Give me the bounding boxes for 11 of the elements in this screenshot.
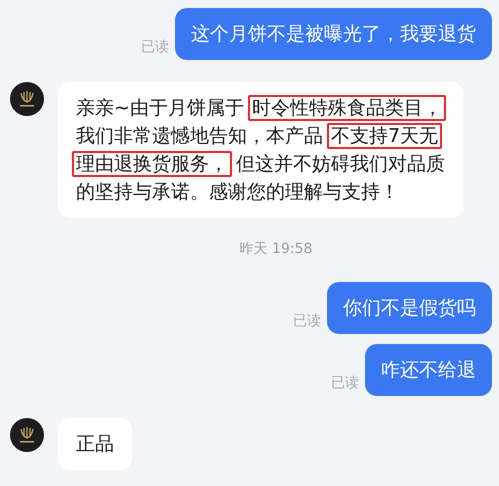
read-status: 已读 [141,38,169,57]
avatar-icon [10,418,44,452]
timestamp: 昨天 19:58 [238,240,312,258]
avatar-icon [10,82,44,116]
read-status: 已读 [331,374,359,393]
received-message: 亲亲~由于月饼属于 时令性特殊食品类目， 我们非常遗憾地告知，本产品 不支持7天无 理由退换货服务， 但这并不妨碍我们对品质 的坚持与承诺。感谢您的理解与支持！ [58,82,463,218]
sent-message: 这个月饼不是被曝光了，我要退货 [175,8,492,60]
sent-message: 咋还不给退 [365,344,492,396]
sent-message: 你们不是假货吗 [327,282,492,334]
read-status: 已读 [293,312,321,331]
received-message: 正品 [58,418,132,470]
